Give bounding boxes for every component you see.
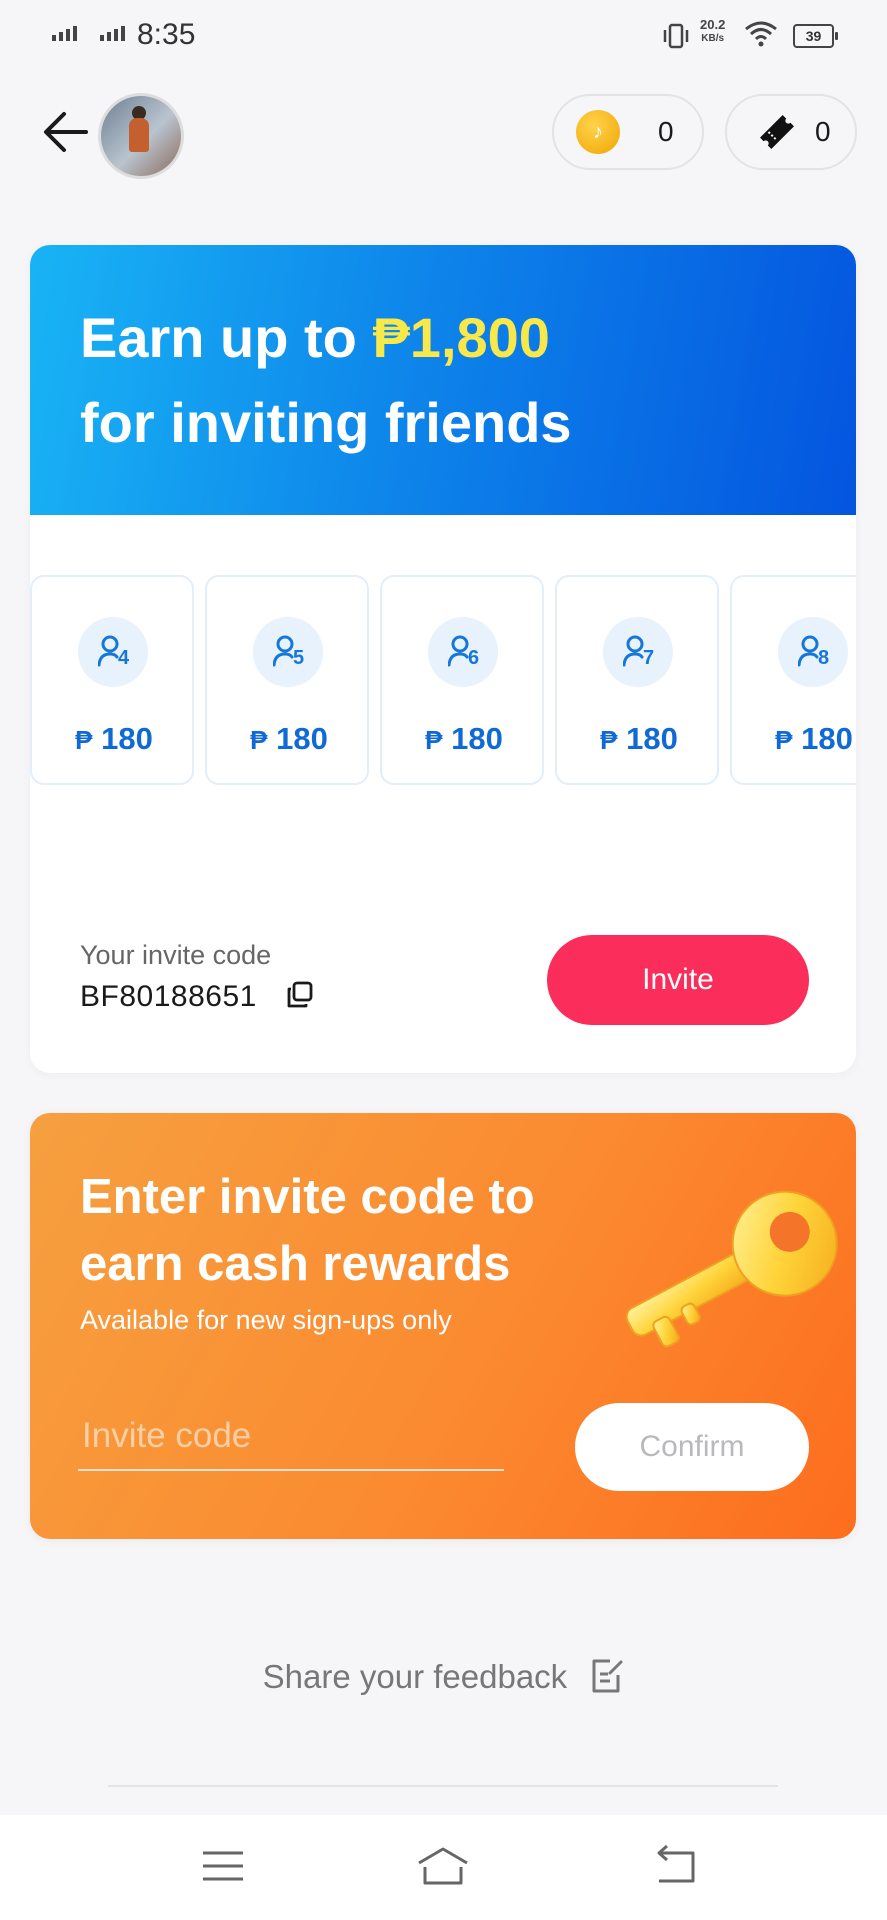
back-arrow-icon[interactable] bbox=[38, 104, 94, 160]
system-nav-bar bbox=[0, 1815, 887, 1920]
reward-tier: 7 ₱ 180 bbox=[555, 575, 719, 785]
tier-amount: ₱ 180 bbox=[207, 721, 371, 757]
tier-amount: ₱ 180 bbox=[557, 721, 721, 757]
menu-icon[interactable] bbox=[193, 1841, 253, 1891]
friend-count-icon: 8 bbox=[778, 617, 848, 687]
invite-code-input[interactable] bbox=[78, 1403, 504, 1471]
tier-friend-number: 8 bbox=[818, 647, 830, 669]
edit-icon bbox=[592, 1659, 623, 1693]
friend-count-icon: 7 bbox=[603, 617, 673, 687]
home-icon[interactable] bbox=[413, 1841, 473, 1891]
tier-currency: ₱ bbox=[425, 725, 443, 755]
net-speed-unit: KB/s bbox=[701, 33, 725, 44]
tier-friend-number: 5 bbox=[293, 647, 305, 669]
tier-amount: ₱ 180 bbox=[32, 721, 196, 757]
ticket-icon bbox=[760, 115, 794, 149]
feedback-label: Share your feedback bbox=[262, 1658, 568, 1695]
invite-banner: Earn up to ₱1,800 for inviting friends bbox=[30, 245, 856, 515]
tier-currency: ₱ bbox=[600, 725, 618, 755]
friend-count-icon: 4 bbox=[78, 617, 148, 687]
enter-code-title-line1: Enter invite code to bbox=[80, 1170, 535, 1224]
signal-icon-2 bbox=[100, 26, 125, 41]
tier-friend-number: 6 bbox=[468, 647, 480, 669]
reward-tier: 6 ₱ 180 bbox=[380, 575, 544, 785]
share-feedback-link[interactable]: Share your feedback bbox=[0, 1658, 887, 1696]
status-bar: 8:35 20.2 KB/s 39 bbox=[0, 0, 887, 70]
invite-button[interactable]: Invite bbox=[547, 935, 809, 1025]
status-time: 8:35 bbox=[137, 18, 196, 51]
coin-count: 0 bbox=[658, 116, 674, 147]
banner-headline: Earn up to ₱1,800 bbox=[80, 305, 550, 370]
ticket-count: 0 bbox=[815, 116, 831, 147]
tier-amount: ₱ 180 bbox=[732, 721, 856, 757]
invite-code-value: BF80188651 bbox=[80, 980, 257, 1013]
confirm-button[interactable]: Confirm bbox=[575, 1403, 809, 1491]
reward-tier: 8 ₱ 180 bbox=[730, 575, 856, 785]
tier-friend-number: 7 bbox=[643, 647, 655, 669]
reward-tier: 4 ₱ 180 bbox=[30, 575, 194, 785]
back-nav-icon[interactable] bbox=[645, 1841, 705, 1891]
tier-amount: ₱ 180 bbox=[382, 721, 546, 757]
divider bbox=[108, 1785, 778, 1787]
tier-amount-value: 180 bbox=[801, 721, 853, 756]
tier-amount-value: 180 bbox=[626, 721, 678, 756]
key-icon bbox=[625, 1190, 838, 1348]
enter-invite-code-card: Enter invite code to earn cash rewards A… bbox=[30, 1113, 856, 1539]
tier-amount-value: 180 bbox=[451, 721, 503, 756]
tier-currency: ₱ bbox=[775, 725, 793, 755]
enter-code-title-line2: earn cash rewards bbox=[80, 1237, 511, 1291]
battery-indicator: 39 bbox=[793, 24, 838, 48]
tier-currency: ₱ bbox=[250, 725, 268, 755]
ticket-balance-pill[interactable]: 0 bbox=[725, 94, 857, 170]
tier-amount-value: 180 bbox=[276, 721, 328, 756]
reward-tier: 5 ₱ 180 bbox=[205, 575, 369, 785]
banner-subline: for inviting friends bbox=[80, 391, 572, 454]
friend-count-icon: 6 bbox=[428, 617, 498, 687]
tier-currency: ₱ bbox=[75, 725, 93, 755]
invite-friends-card: Earn up to ₱1,800 for inviting friends 4… bbox=[30, 245, 856, 1073]
tier-friend-number: 4 bbox=[118, 647, 130, 669]
banner-prefix: Earn up to bbox=[80, 306, 373, 369]
vibrate-icon bbox=[663, 23, 689, 49]
invite-code-label: Your invite code bbox=[80, 940, 272, 970]
net-speed: 20.2 KB/s bbox=[700, 18, 725, 46]
wifi-icon bbox=[745, 21, 777, 47]
copy-icon[interactable] bbox=[285, 980, 315, 1010]
signal-icon bbox=[52, 26, 77, 41]
avatar[interactable] bbox=[98, 93, 184, 179]
reward-tiers-scroller[interactable]: 4 ₱ 180 5 ₱ 180 6 ₱ 180 7 ₱ 180 8 ₱ 180 bbox=[30, 575, 856, 787]
coin-balance-pill[interactable]: ♪ 0 bbox=[552, 94, 704, 170]
tier-amount-value: 180 bbox=[101, 721, 153, 756]
banner-amount: ₱1,800 bbox=[372, 306, 550, 369]
coin-icon: ♪ bbox=[576, 110, 620, 154]
net-speed-value: 20.2 bbox=[700, 17, 726, 32]
friend-count-icon: 5 bbox=[253, 617, 323, 687]
enter-code-subtitle: Available for new sign-ups only bbox=[80, 1305, 452, 1335]
